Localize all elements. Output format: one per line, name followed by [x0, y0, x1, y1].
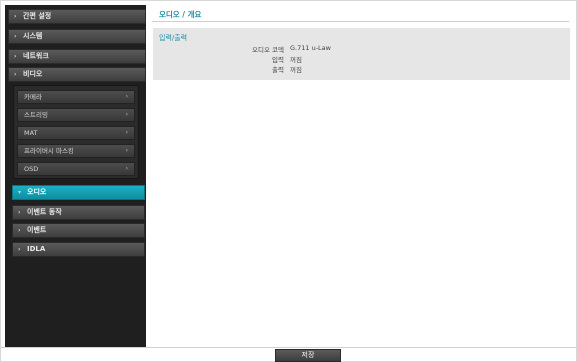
sidebar-item-idla[interactable]: › IDLA: [12, 242, 145, 257]
chevron-right-icon: ›: [18, 246, 21, 253]
sidebar-item-label: 오디오: [27, 188, 47, 196]
info-row-audio-codec: 오디오 코덱 G.711 u-Law: [153, 44, 570, 54]
chevron-right-icon: ›: [14, 33, 17, 40]
sidebar-item-audio[interactable]: ▾ 오디오: [12, 185, 145, 200]
breadcrumb: 오디오 / 개요: [159, 10, 202, 19]
row-value: 꺼짐: [290, 56, 302, 64]
submenu-item-label: 카메라: [24, 93, 42, 101]
chevron-right-icon: ›: [125, 147, 128, 154]
row-value: 꺼짐: [290, 66, 302, 74]
save-button[interactable]: 저장: [275, 349, 341, 362]
chevron-right-icon: ›: [14, 53, 17, 60]
submenu-item-streaming[interactable]: 스트리밍 ›: [17, 108, 135, 122]
info-row-output: 출력 꺼짐: [153, 64, 570, 74]
title-divider: [152, 21, 569, 22]
sidebar-item-network[interactable]: › 네트워크: [8, 49, 146, 64]
row-label: 오디오 코덱: [252, 46, 284, 54]
sidebar-item-event[interactable]: › 이벤트: [12, 223, 145, 238]
sidebar-item-label: 간편 설정: [23, 12, 52, 20]
audio-io-panel: 입력/출력 오디오 코덱 G.711 u-Law 입력 꺼짐 출력 꺼짐: [153, 28, 570, 80]
chevron-right-icon: ›: [125, 111, 128, 118]
chevron-right-icon: ›: [14, 13, 17, 20]
chevron-down-icon: ▾: [18, 189, 22, 196]
submenu-item-label: 프라이버시 마스킹: [24, 147, 74, 155]
row-label: 출력: [272, 66, 284, 74]
submenu-item-label: 스트리밍: [24, 111, 48, 119]
chevron-right-icon: ›: [18, 209, 21, 216]
chevron-right-icon: ›: [125, 165, 128, 172]
chevron-right-icon: ›: [14, 71, 17, 78]
info-row-input: 입력 꺼짐: [153, 54, 570, 64]
sidebar-item-label: 비디오: [23, 70, 43, 78]
sidebar-item-video[interactable]: › 비디오: [8, 67, 146, 82]
submenu-item-label: OSD: [24, 165, 39, 173]
sidebar-item-label: 시스템: [23, 32, 43, 40]
app-window: › 간편 설정 › 시스템 › 네트워크 › 비디오 카메라 › 스트리밍 › MAT …: [0, 0, 577, 362]
sidebar-item-quick-setup[interactable]: › 간편 설정: [8, 9, 146, 24]
submenu-item-privacy-masking[interactable]: 프라이버시 마스킹 ›: [17, 144, 135, 158]
sidebar-item-label: 이벤트 동작: [27, 208, 62, 216]
submenu-item-mat[interactable]: MAT ›: [17, 126, 135, 140]
sidebar-item-system[interactable]: › 시스템: [8, 29, 146, 44]
footer-divider: [1, 347, 577, 348]
submenu-item-camera[interactable]: 카메라 ›: [17, 90, 135, 104]
submenu-item-label: MAT: [24, 129, 38, 137]
sidebar-item-event-action[interactable]: › 이벤트 동작: [12, 205, 145, 220]
chevron-right-icon: ›: [18, 227, 21, 234]
panel-title: 입력/출력: [159, 34, 188, 42]
row-value: G.711 u-Law: [290, 44, 331, 52]
video-submenu: 카메라 › 스트리밍 › MAT › 프라이버시 마스킹 › OSD ›: [13, 85, 139, 179]
chevron-right-icon: ›: [125, 93, 128, 100]
sidebar-item-label: IDLA: [27, 245, 46, 253]
row-label: 입력: [272, 56, 284, 64]
sidebar-item-label: 이벤트: [27, 226, 47, 234]
sidebar-item-label: 네트워크: [23, 52, 49, 60]
chevron-right-icon: ›: [125, 129, 128, 136]
submenu-item-osd[interactable]: OSD ›: [17, 162, 135, 176]
